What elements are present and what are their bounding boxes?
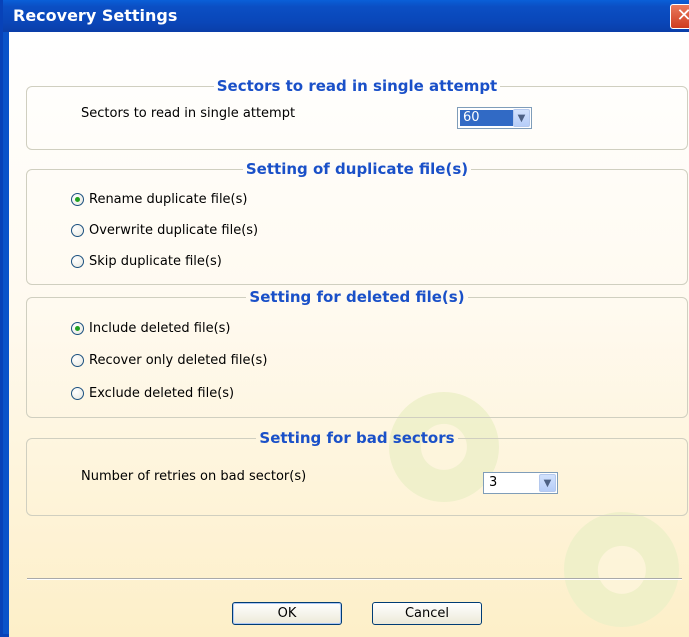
chevron-down-icon[interactable]: ▼ [539, 474, 556, 492]
retries-select[interactable]: 3 ▼ [483, 472, 558, 494]
radio-skip-duplicate[interactable]: Skip duplicate file(s) [71, 251, 222, 271]
close-icon[interactable]: ✕ [670, 4, 689, 29]
radio-button[interactable] [71, 192, 84, 206]
sectors-label: Sectors to read in single attempt [81, 106, 296, 121]
deleted-legend: Setting for deleted file(s) [249, 288, 465, 306]
radio-button[interactable] [71, 321, 84, 335]
gear-icon [564, 512, 679, 627]
sectors-select-value: 60 [460, 110, 513, 126]
radio-button[interactable] [71, 386, 84, 400]
duplicate-legend: Setting of duplicate file(s) [245, 160, 469, 178]
radio-label: Exclude deleted file(s) [89, 385, 235, 401]
cancel-button[interactable]: Cancel [372, 602, 482, 625]
bad-sectors-legend: Setting for bad sectors [259, 429, 455, 447]
radio-label: Overwrite duplicate file(s) [89, 222, 259, 238]
radio-label: Rename duplicate file(s) [89, 191, 248, 207]
dialog-body: Sectors to read in single attempt Sector… [9, 32, 689, 637]
radio-label: Skip duplicate file(s) [89, 253, 222, 269]
window-title: Recovery Settings [13, 6, 178, 25]
radio-label: Include deleted file(s) [89, 320, 231, 336]
radio-include-deleted[interactable]: Include deleted file(s) [71, 318, 231, 338]
ok-button[interactable]: OK [232, 602, 342, 625]
retries-select-value: 3 [489, 475, 498, 490]
bad-sectors-label: Number of retries on bad sector(s) [81, 469, 307, 484]
radio-button[interactable] [71, 353, 84, 367]
title-bar[interactable]: Recovery Settings ✕ [3, 0, 689, 32]
chevron-down-icon[interactable]: ▼ [513, 109, 530, 127]
radio-button[interactable] [71, 223, 84, 237]
radio-overwrite-duplicate[interactable]: Overwrite duplicate file(s) [71, 220, 258, 240]
radio-exclude-deleted[interactable]: Exclude deleted file(s) [71, 383, 234, 403]
divider [27, 578, 682, 580]
radio-rename-duplicate[interactable]: Rename duplicate file(s) [71, 189, 247, 209]
recovery-settings-window: Recovery Settings ✕ Sectors to read in s… [0, 0, 689, 637]
radio-button[interactable] [71, 254, 84, 268]
sectors-legend: Sectors to read in single attempt [216, 77, 498, 95]
sectors-select[interactable]: 60 ▼ [457, 107, 532, 129]
radio-label: Recover only deleted file(s) [89, 352, 268, 368]
radio-recover-only-deleted[interactable]: Recover only deleted file(s) [71, 350, 267, 370]
